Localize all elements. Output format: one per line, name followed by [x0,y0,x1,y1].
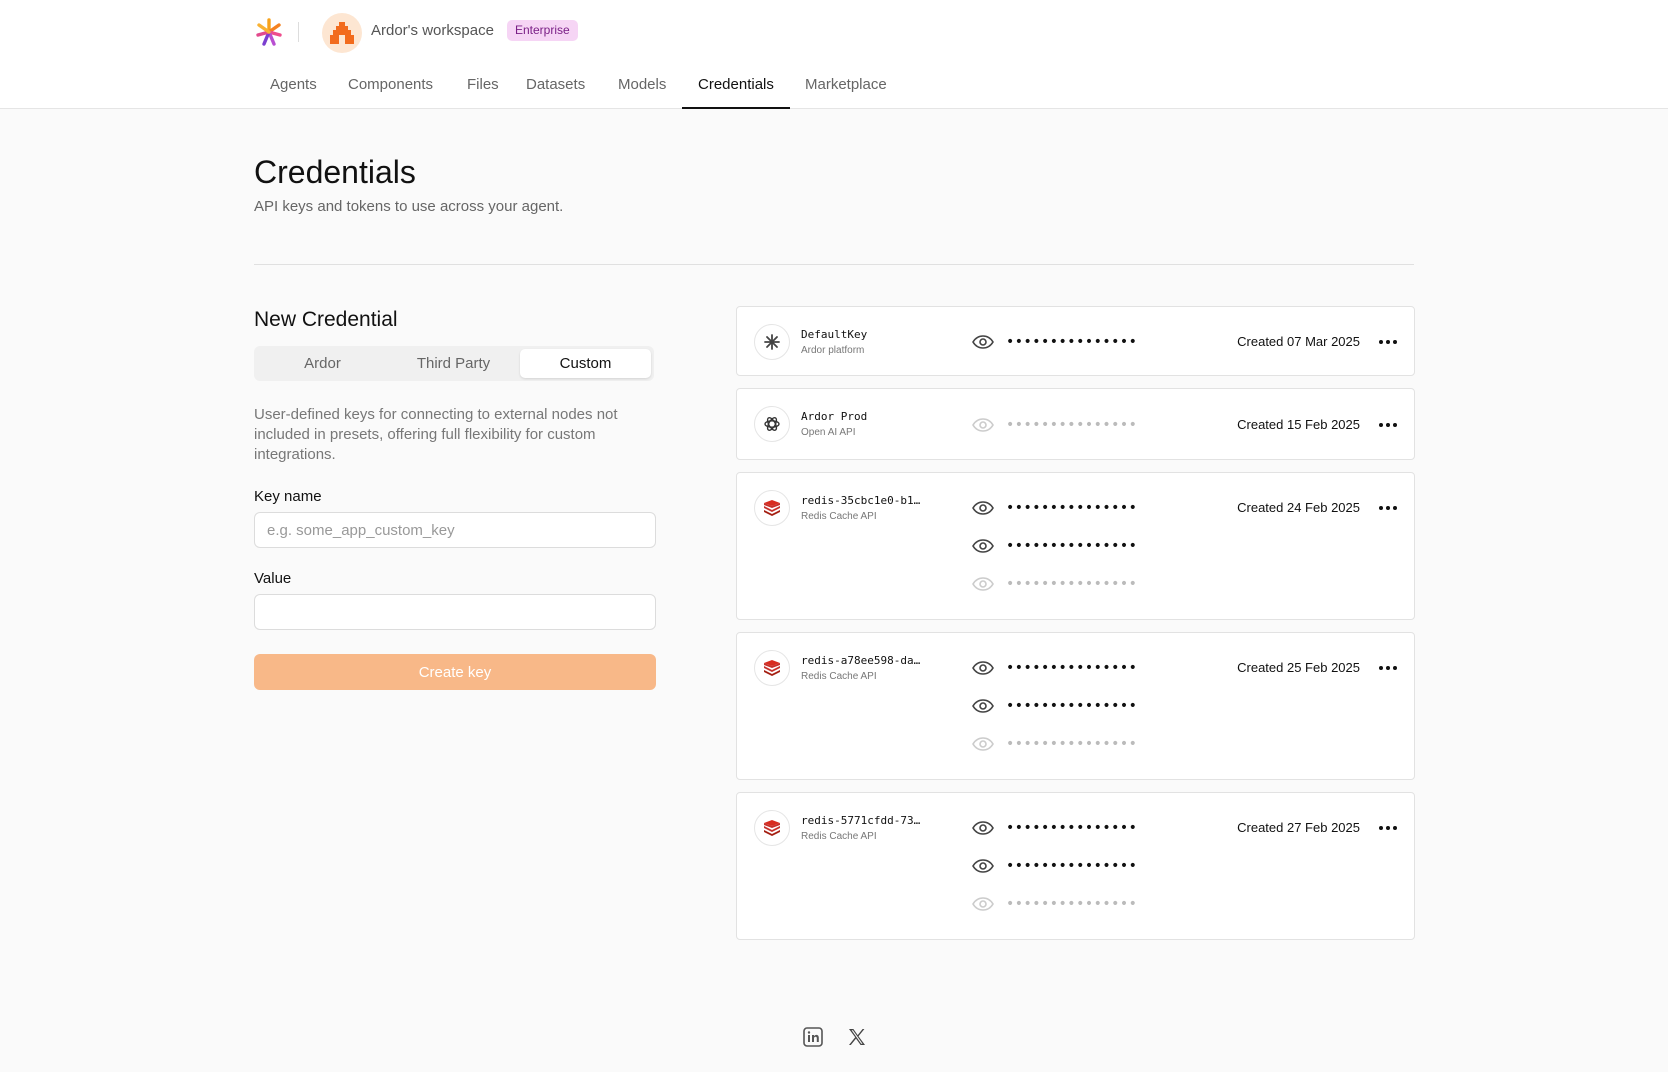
credential-card: redis-35cbc1e0-b1… Redis Cache API •••••… [736,472,1415,620]
eye-icon[interactable] [972,733,994,755]
credential-name: redis-35cbc1e0-b1… [801,494,921,507]
credential-card: DefaultKey Ardor platform ••••••••••••••… [736,306,1415,376]
created-date: Created 07 Mar 2025 [1237,334,1360,349]
page-subtitle: API keys and tokens to use across your a… [254,198,564,215]
masked-secret: ••••••••••••••• [1006,500,1138,516]
tab-agents[interactable]: Agents [254,62,333,109]
value-label: Value [254,570,292,587]
masked-secret: ••••••••••••••• [1006,417,1138,433]
secret-row: ••••••••••••••• [972,573,1137,595]
secret-row: ••••••••••••••• [972,733,1137,755]
more-options-icon[interactable] [1376,659,1400,677]
value-input[interactable] [254,594,656,630]
masked-secret: ••••••••••••••• [1006,820,1138,836]
eye-icon[interactable] [972,893,994,915]
credential-type-switcher: Ardor Third Party Custom [254,346,654,381]
plan-badge: Enterprise [507,20,578,41]
credential-name: DefaultKey [801,328,868,341]
section-divider [254,264,1414,265]
created-date: Created 24 Feb 2025 [1237,500,1360,515]
masked-secret: ••••••••••••••• [1006,334,1138,350]
eye-icon[interactable] [972,414,994,436]
workspace-pixel-icon [330,22,354,44]
secret-row: ••••••••••••••• [972,855,1137,877]
eye-icon[interactable] [972,817,994,839]
tab-datasets[interactable]: Datasets [510,62,601,109]
new-credential-title: New Credential [254,308,398,331]
eye-icon[interactable] [972,535,994,557]
more-options-icon[interactable] [1376,333,1400,351]
eye-icon[interactable] [972,331,994,353]
masked-secret: ••••••••••••••• [1006,538,1138,554]
create-key-button[interactable]: Create key [254,654,656,690]
segment-ardor[interactable]: Ardor [257,349,388,378]
redis-icon [754,650,790,686]
secret-row: ••••••••••••••• [972,893,1137,915]
ardor-logo-icon[interactable] [254,17,284,47]
page-title: Credentials [254,154,416,190]
eye-icon[interactable] [972,695,994,717]
tab-marketplace[interactable]: Marketplace [789,62,903,109]
key-name-label: Key name [254,488,322,505]
key-name-input[interactable] [254,512,656,548]
credential-name: redis-5771cfdd-73… [801,814,921,827]
masked-secret: ••••••••••••••• [1006,576,1138,592]
secret-row: ••••••••••••••• [972,657,1137,679]
credential-card: Ardor Prod Open AI API ••••••••••••••• C… [736,388,1415,460]
credential-provider: Redis Cache API [801,511,877,522]
ardor-asterisk-icon [754,324,790,360]
more-options-icon[interactable] [1376,499,1400,517]
x-twitter-icon[interactable] [846,1026,868,1048]
secret-row: ••••••••••••••• [972,817,1137,839]
linkedin-icon[interactable] [802,1026,824,1048]
eye-icon[interactable] [972,657,994,679]
secret-row: ••••••••••••••• [972,497,1137,519]
masked-secret: ••••••••••••••• [1006,660,1138,676]
segment-custom[interactable]: Custom [520,349,651,378]
redis-icon [754,810,790,846]
created-date: Created 27 Feb 2025 [1237,820,1360,835]
workspace-avatar[interactable] [322,13,362,53]
tab-credentials[interactable]: Credentials [682,62,790,109]
created-date: Created 15 Feb 2025 [1237,417,1360,432]
segment-third-party[interactable]: Third Party [388,349,519,378]
header-divider [298,22,299,42]
masked-secret: ••••••••••••••• [1006,858,1138,874]
credential-card: redis-5771cfdd-73… Redis Cache API •••••… [736,792,1415,940]
secret-row: ••••••••••••••• [972,331,1137,353]
top-bar: Ardor's workspace Enterprise Agents Comp… [0,0,1668,109]
secret-row: ••••••••••••••• [972,535,1137,557]
secret-row: ••••••••••••••• [972,414,1137,436]
masked-secret: ••••••••••••••• [1006,698,1138,714]
tab-models[interactable]: Models [602,62,682,109]
masked-secret: ••••••••••••••• [1006,736,1138,752]
redis-icon [754,490,790,526]
eye-icon[interactable] [972,855,994,877]
more-options-icon[interactable] [1376,819,1400,837]
secret-row: ••••••••••••••• [972,695,1137,717]
credential-provider: Ardor platform [801,345,865,356]
tab-components[interactable]: Components [332,62,449,109]
credential-provider: Open AI API [801,427,856,438]
eye-icon[interactable] [972,497,994,519]
tab-files[interactable]: Files [451,62,515,109]
credential-card: redis-a78ee598-da… Redis Cache API •••••… [736,632,1415,780]
openai-icon [754,406,790,442]
workspace-name[interactable]: Ardor's workspace [371,21,494,41]
more-options-icon[interactable] [1376,416,1400,434]
credential-name: redis-a78ee598-da… [801,654,921,667]
credential-name: Ardor Prod [801,410,868,423]
credential-provider: Redis Cache API [801,671,877,682]
masked-secret: ••••••••••••••• [1006,896,1138,912]
eye-icon[interactable] [972,573,994,595]
custom-credential-description: User-defined keys for connecting to exte… [254,406,618,463]
created-date: Created 25 Feb 2025 [1237,660,1360,675]
credential-provider: Redis Cache API [801,831,877,842]
